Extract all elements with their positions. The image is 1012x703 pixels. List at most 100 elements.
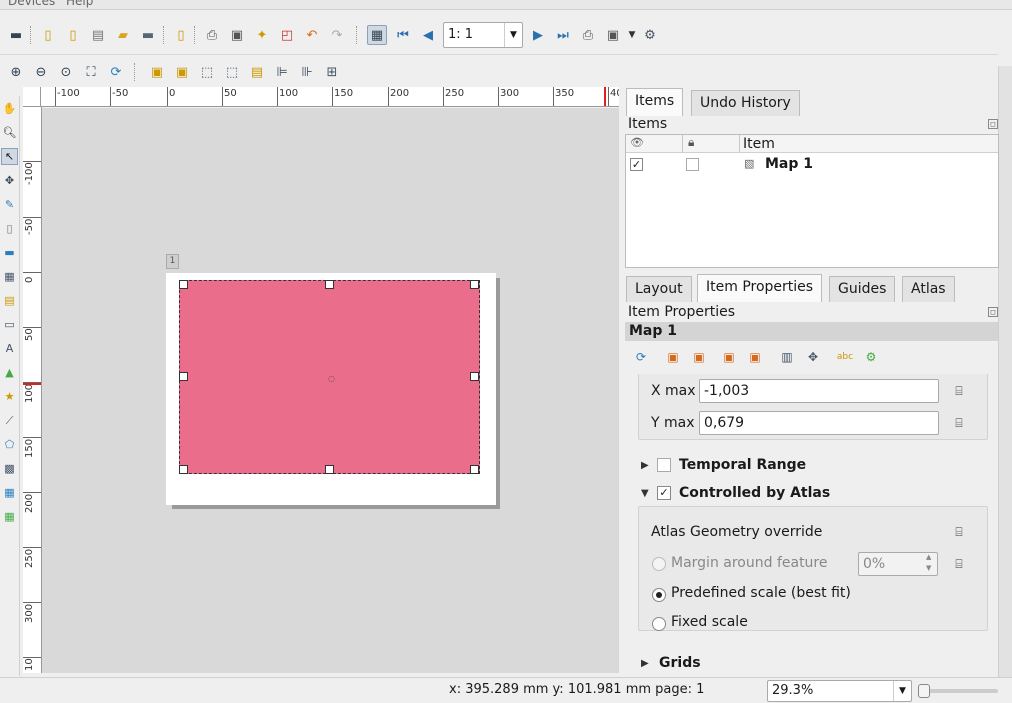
atlas-feature-combo[interactable]: 1: 1 ▼ <box>443 22 523 48</box>
pan-icon[interactable]: ✋ <box>1 100 18 117</box>
select-move-icon[interactable]: ↖ <box>1 148 18 165</box>
print-icon[interactable]: ⎙ <box>202 25 222 45</box>
layout-manager-icon[interactable]: ▤ <box>88 25 108 45</box>
vertical-ruler[interactable]: -100 -50 0 50 100 150 200 250 300 10 <box>23 107 42 673</box>
last-feature-icon[interactable]: ⏭ <box>553 25 573 45</box>
tab-layout[interactable]: Layout <box>626 276 692 302</box>
xmax-input[interactable]: -1,003 <box>699 379 939 403</box>
export-svg-icon[interactable]: ✦ <box>252 25 272 45</box>
zoom-slider[interactable] <box>918 684 998 698</box>
controlled-by-atlas-checkbox[interactable]: ✓ <box>657 486 671 500</box>
tab-item-properties[interactable]: Item Properties <box>697 274 823 302</box>
atlas-preview-icon[interactable]: ▦ <box>367 25 387 45</box>
float-panel-icon[interactable]: ◻ <box>988 119 998 129</box>
item-name[interactable]: Map 1 <box>765 156 813 172</box>
menu-devices[interactable]: Devices <box>8 0 55 8</box>
expand-triangle-icon[interactable]: ▶ <box>641 658 649 669</box>
collapse-triangle-icon[interactable]: ▼ <box>641 488 649 499</box>
zoom-out-icon[interactable]: ⊖ <box>31 62 51 82</box>
margin-label[interactable]: Margin around feature <box>671 555 828 571</box>
set-scale-icon[interactable]: ▣ <box>721 349 737 365</box>
resize-handle[interactable] <box>470 280 479 289</box>
zoom-full-icon[interactable]: ⛶ <box>81 62 101 82</box>
lock-checkbox[interactable] <box>686 158 699 171</box>
export-atlas-dropdown-icon[interactable]: ▼ <box>622 25 642 45</box>
resize-items-icon[interactable]: ⊞ <box>322 62 342 82</box>
add-fixed-table-icon[interactable]: ▦ <box>1 508 18 525</box>
zoom-actual-icon[interactable]: ⊙ <box>56 62 76 82</box>
lock-icon[interactable]: 🔒︎ <box>688 135 694 150</box>
chevron-down-icon[interactable]: ▼ <box>504 23 522 47</box>
distribute-items-icon[interactable]: ⊪ <box>297 62 317 82</box>
zoom-tool-icon[interactable]: 🔍︎ <box>1 124 18 141</box>
page-setup-icon[interactable]: ▯ <box>171 25 191 45</box>
tab-undo-history[interactable]: Undo History <box>691 90 800 116</box>
items-row[interactable]: ✓ ▧ Map 1 <box>626 154 998 174</box>
view-scale-icon[interactable]: ▣ <box>747 349 763 365</box>
open-template-icon[interactable]: ▰ <box>113 25 133 45</box>
add-legend-icon[interactable]: ▤ <box>1 292 18 309</box>
export-atlas-icon[interactable]: ▣ <box>603 25 623 45</box>
edit-nodes-icon[interactable]: ✎ <box>1 196 18 213</box>
resize-handle[interactable] <box>179 372 188 381</box>
data-defined-override-icon[interactable]: ⌸ <box>947 554 971 574</box>
save-template-icon[interactable]: ▬ <box>138 25 158 45</box>
data-defined-override-icon[interactable]: ⌸ <box>947 413 971 433</box>
export-pdf-icon[interactable]: ◰ <box>277 25 297 45</box>
lock-items-icon[interactable]: ▣ <box>147 62 167 82</box>
fixed-scale-label[interactable]: Fixed scale <box>671 614 748 630</box>
temporal-range-label[interactable]: Temporal Range <box>679 457 806 473</box>
zoom-in-icon[interactable]: ⊕ <box>6 62 26 82</box>
align-items-icon[interactable]: ⊫ <box>272 62 292 82</box>
chevron-down-icon[interactable]: ▼ <box>893 681 911 701</box>
refresh-icon[interactable]: ⟳ <box>106 62 126 82</box>
undo-icon[interactable]: ↶ <box>302 25 322 45</box>
resize-handle[interactable] <box>470 465 479 474</box>
labeling-icon[interactable]: abc <box>837 349 853 365</box>
temporal-range-checkbox[interactable] <box>657 458 671 472</box>
resize-handle[interactable] <box>325 465 334 474</box>
view-extent-icon[interactable]: ▣ <box>691 349 707 365</box>
tab-items[interactable]: Items <box>626 88 684 116</box>
add-marker-icon[interactable]: ★ <box>1 388 18 405</box>
ymax-input[interactable]: 0,679 <box>699 411 939 435</box>
redo-icon[interactable]: ↷ <box>327 25 347 45</box>
add-attribute-table-icon[interactable]: ▦ <box>1 484 18 501</box>
save-icon[interactable]: ▬ <box>6 25 26 45</box>
add-polyline-icon[interactable]: ⟋ <box>1 412 18 429</box>
spin-up-icon[interactable]: ▲ <box>926 553 931 561</box>
bookmarks-icon[interactable]: ▥ <box>779 349 795 365</box>
menu-help[interactable]: Help <box>66 0 93 8</box>
predefined-scale-radio[interactable] <box>652 588 666 602</box>
move-content-prop-icon[interactable]: ✥ <box>805 349 821 365</box>
fixed-scale-radio[interactable] <box>652 617 666 631</box>
ungroup-items-icon[interactable]: ⬚ <box>222 62 242 82</box>
horizontal-ruler[interactable]: -100 -50 0 50 100 150 200 250 300 350 40 <box>41 87 619 107</box>
data-defined-override-icon[interactable]: ⌸ <box>947 381 971 401</box>
zoom-slider-handle[interactable] <box>918 684 930 698</box>
grids-label[interactable]: Grids <box>659 655 701 671</box>
eye-icon[interactable]: 👁︎ <box>630 136 644 149</box>
add-html-icon[interactable]: ▩ <box>1 460 18 477</box>
items-column-header[interactable]: Item <box>743 136 775 152</box>
resize-handle[interactable] <box>179 465 188 474</box>
add-polygon-icon[interactable]: ⬠ <box>1 436 18 453</box>
visible-checkbox[interactable]: ✓ <box>630 158 643 171</box>
close-icon[interactable]: ✕ <box>994 8 1006 9</box>
margin-radio[interactable] <box>652 557 666 571</box>
predefined-scale-label[interactable]: Predefined scale (best fit) <box>671 585 851 601</box>
add-label-icon[interactable]: A <box>1 340 18 357</box>
atlas-settings-icon[interactable]: ⚙ <box>640 25 660 45</box>
layout-canvas[interactable]: 1 ◌ <box>42 108 619 673</box>
next-feature-icon[interactable]: ▶ <box>528 25 548 45</box>
export-image-icon[interactable]: ▣ <box>227 25 247 45</box>
tab-guides[interactable]: Guides <box>829 276 896 302</box>
previous-feature-icon[interactable]: ◀ <box>418 25 438 45</box>
set-extent-icon[interactable]: ▣ <box>665 349 681 365</box>
unlock-items-icon[interactable]: ▣ <box>172 62 192 82</box>
resize-handle[interactable] <box>325 280 334 289</box>
item-properties-scroll[interactable]: X max -1,003 ⌸ Y max 0,679 ⌸ ▶ Temporal … <box>625 374 998 674</box>
add-3d-map-icon[interactable]: ▦ <box>1 268 18 285</box>
add-picture-icon[interactable]: ▬ <box>1 244 18 261</box>
print-atlas-icon[interactable]: ⎙ <box>578 25 598 45</box>
